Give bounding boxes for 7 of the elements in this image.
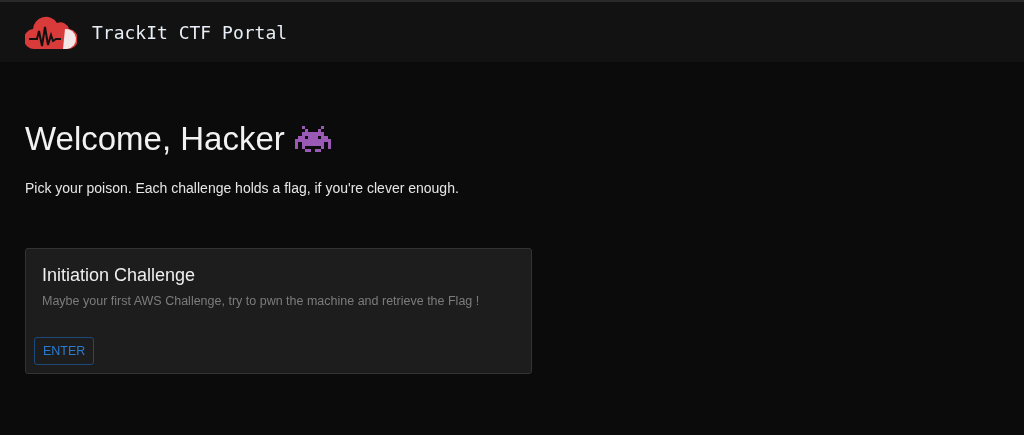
space-invader-icon: [294, 125, 331, 153]
welcome-heading: Welcome, Hacker: [25, 120, 285, 158]
welcome-subtitle: Pick your poison. Each challenge holds a flag, if you're clever enough.: [25, 180, 460, 196]
challenge-title: Initiation Challenge: [41, 265, 197, 286]
enter-button[interactable]: ENTER: [34, 337, 95, 365]
portal-title: TrackIt CTF Portal: [92, 21, 288, 43]
challenge-description: Maybe your first AWS Challenge, try to pwn the machine and retrieve the Flag !: [41, 294, 481, 308]
